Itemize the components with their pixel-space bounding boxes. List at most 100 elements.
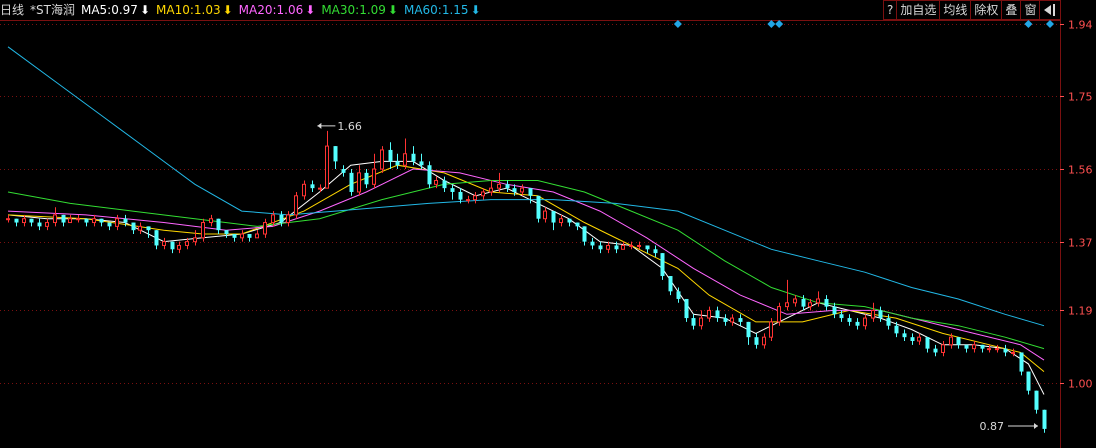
candle-up	[302, 183, 306, 197]
candle-up	[629, 244, 633, 247]
candle-down	[84, 218, 89, 223]
candlestick-chart: 1.66 0.87 1.94 1.75 1.56 1.37 1.19 1.00	[0, 0, 1093, 448]
candle-down	[980, 344, 985, 349]
candle-up	[481, 191, 485, 197]
candle-up	[177, 244, 181, 250]
candle-down	[847, 318, 852, 322]
candle-up	[138, 225, 142, 231]
candle-down	[684, 298, 689, 319]
y-tick-label: 1.37	[1068, 237, 1093, 250]
candle-down	[450, 188, 455, 192]
candle-up	[76, 218, 80, 221]
ma5-line	[7, 160, 1045, 395]
high-price-label: 1.66	[337, 120, 362, 133]
event-marker	[1024, 20, 1033, 28]
candle-down	[232, 234, 237, 238]
candle-up	[941, 344, 945, 353]
candle-up	[762, 336, 766, 346]
candle-down	[505, 184, 510, 189]
candle-down	[224, 230, 229, 234]
candle-down	[341, 169, 346, 173]
candle-up	[263, 222, 267, 235]
y-tick-label: 1.75	[1068, 91, 1093, 104]
candle-up	[489, 187, 493, 193]
moving-average-lines	[7, 46, 1045, 395]
candle-up	[949, 336, 953, 346]
candle-down	[427, 165, 432, 185]
candle-down	[715, 310, 720, 319]
candle-down	[419, 161, 424, 166]
candle-down	[442, 180, 447, 189]
candle-down	[333, 146, 338, 162]
candle-down	[170, 241, 175, 250]
candle-down	[99, 218, 104, 223]
candle-up	[699, 317, 703, 327]
candle-down	[660, 253, 665, 277]
candle-up	[185, 241, 189, 246]
candle-up	[22, 218, 26, 224]
candle-up	[785, 302, 789, 308]
candle-down	[855, 321, 860, 326]
candle-up	[863, 317, 867, 327]
candle-down	[411, 153, 416, 162]
candle-down	[154, 230, 159, 246]
candle-up	[987, 348, 991, 351]
candle-down	[216, 218, 221, 231]
candle-down	[536, 195, 541, 219]
candle-down	[279, 214, 284, 223]
event-marker	[775, 20, 784, 28]
candle-down	[801, 298, 806, 307]
candle-down	[653, 249, 658, 254]
candle-down	[1003, 348, 1008, 353]
candle-up	[606, 244, 610, 250]
candle-up	[271, 214, 275, 224]
candle-up	[286, 214, 290, 224]
candle-down	[878, 310, 883, 319]
candle-up	[808, 302, 812, 308]
candle-down	[738, 318, 743, 322]
candle-down	[582, 226, 587, 242]
candle-down	[551, 211, 556, 223]
candle-down	[839, 314, 844, 319]
candle-down	[956, 337, 961, 345]
candle-up	[995, 348, 999, 351]
candle-down	[902, 333, 907, 338]
candle-up	[240, 233, 244, 239]
candle-up	[621, 244, 625, 250]
candle-up	[115, 218, 119, 227]
candle-down	[886, 318, 891, 326]
candle-up	[543, 210, 547, 220]
ma10-line	[7, 164, 1045, 372]
candle-up	[637, 244, 641, 247]
candle-down	[1019, 352, 1024, 372]
candle-down	[131, 222, 136, 231]
candle-up	[917, 336, 921, 342]
low-price-label: 0.87	[980, 420, 1005, 433]
candle-up	[53, 214, 57, 224]
event-marker	[673, 20, 682, 28]
candle-up	[777, 306, 781, 323]
candle-down	[925, 337, 930, 349]
candle-up	[45, 222, 49, 227]
candle-down	[575, 222, 580, 227]
candle-up	[6, 218, 10, 221]
candle-down	[37, 222, 42, 227]
candle-down	[824, 298, 829, 307]
candle-down	[310, 184, 315, 189]
y-tick-label: 1.94	[1068, 19, 1093, 32]
candle-down	[1026, 371, 1031, 391]
candle-up	[357, 172, 361, 193]
y-axis: 1.94 1.75 1.56 1.37 1.19 1.00	[1060, 19, 1093, 391]
low-arrow-head	[1034, 423, 1038, 429]
grid-lines	[0, 0, 1061, 448]
candle-down	[1042, 409, 1047, 429]
candle-up	[209, 218, 213, 224]
candle-up	[707, 309, 711, 319]
price-annotations: 1.66 0.87	[317, 120, 1038, 433]
y-tick-label: 1.00	[1068, 378, 1093, 391]
candle-down	[668, 276, 673, 292]
candle-up	[793, 298, 797, 304]
candle-up	[68, 218, 72, 224]
event-marker	[1046, 20, 1054, 28]
candle-up	[473, 195, 477, 201]
